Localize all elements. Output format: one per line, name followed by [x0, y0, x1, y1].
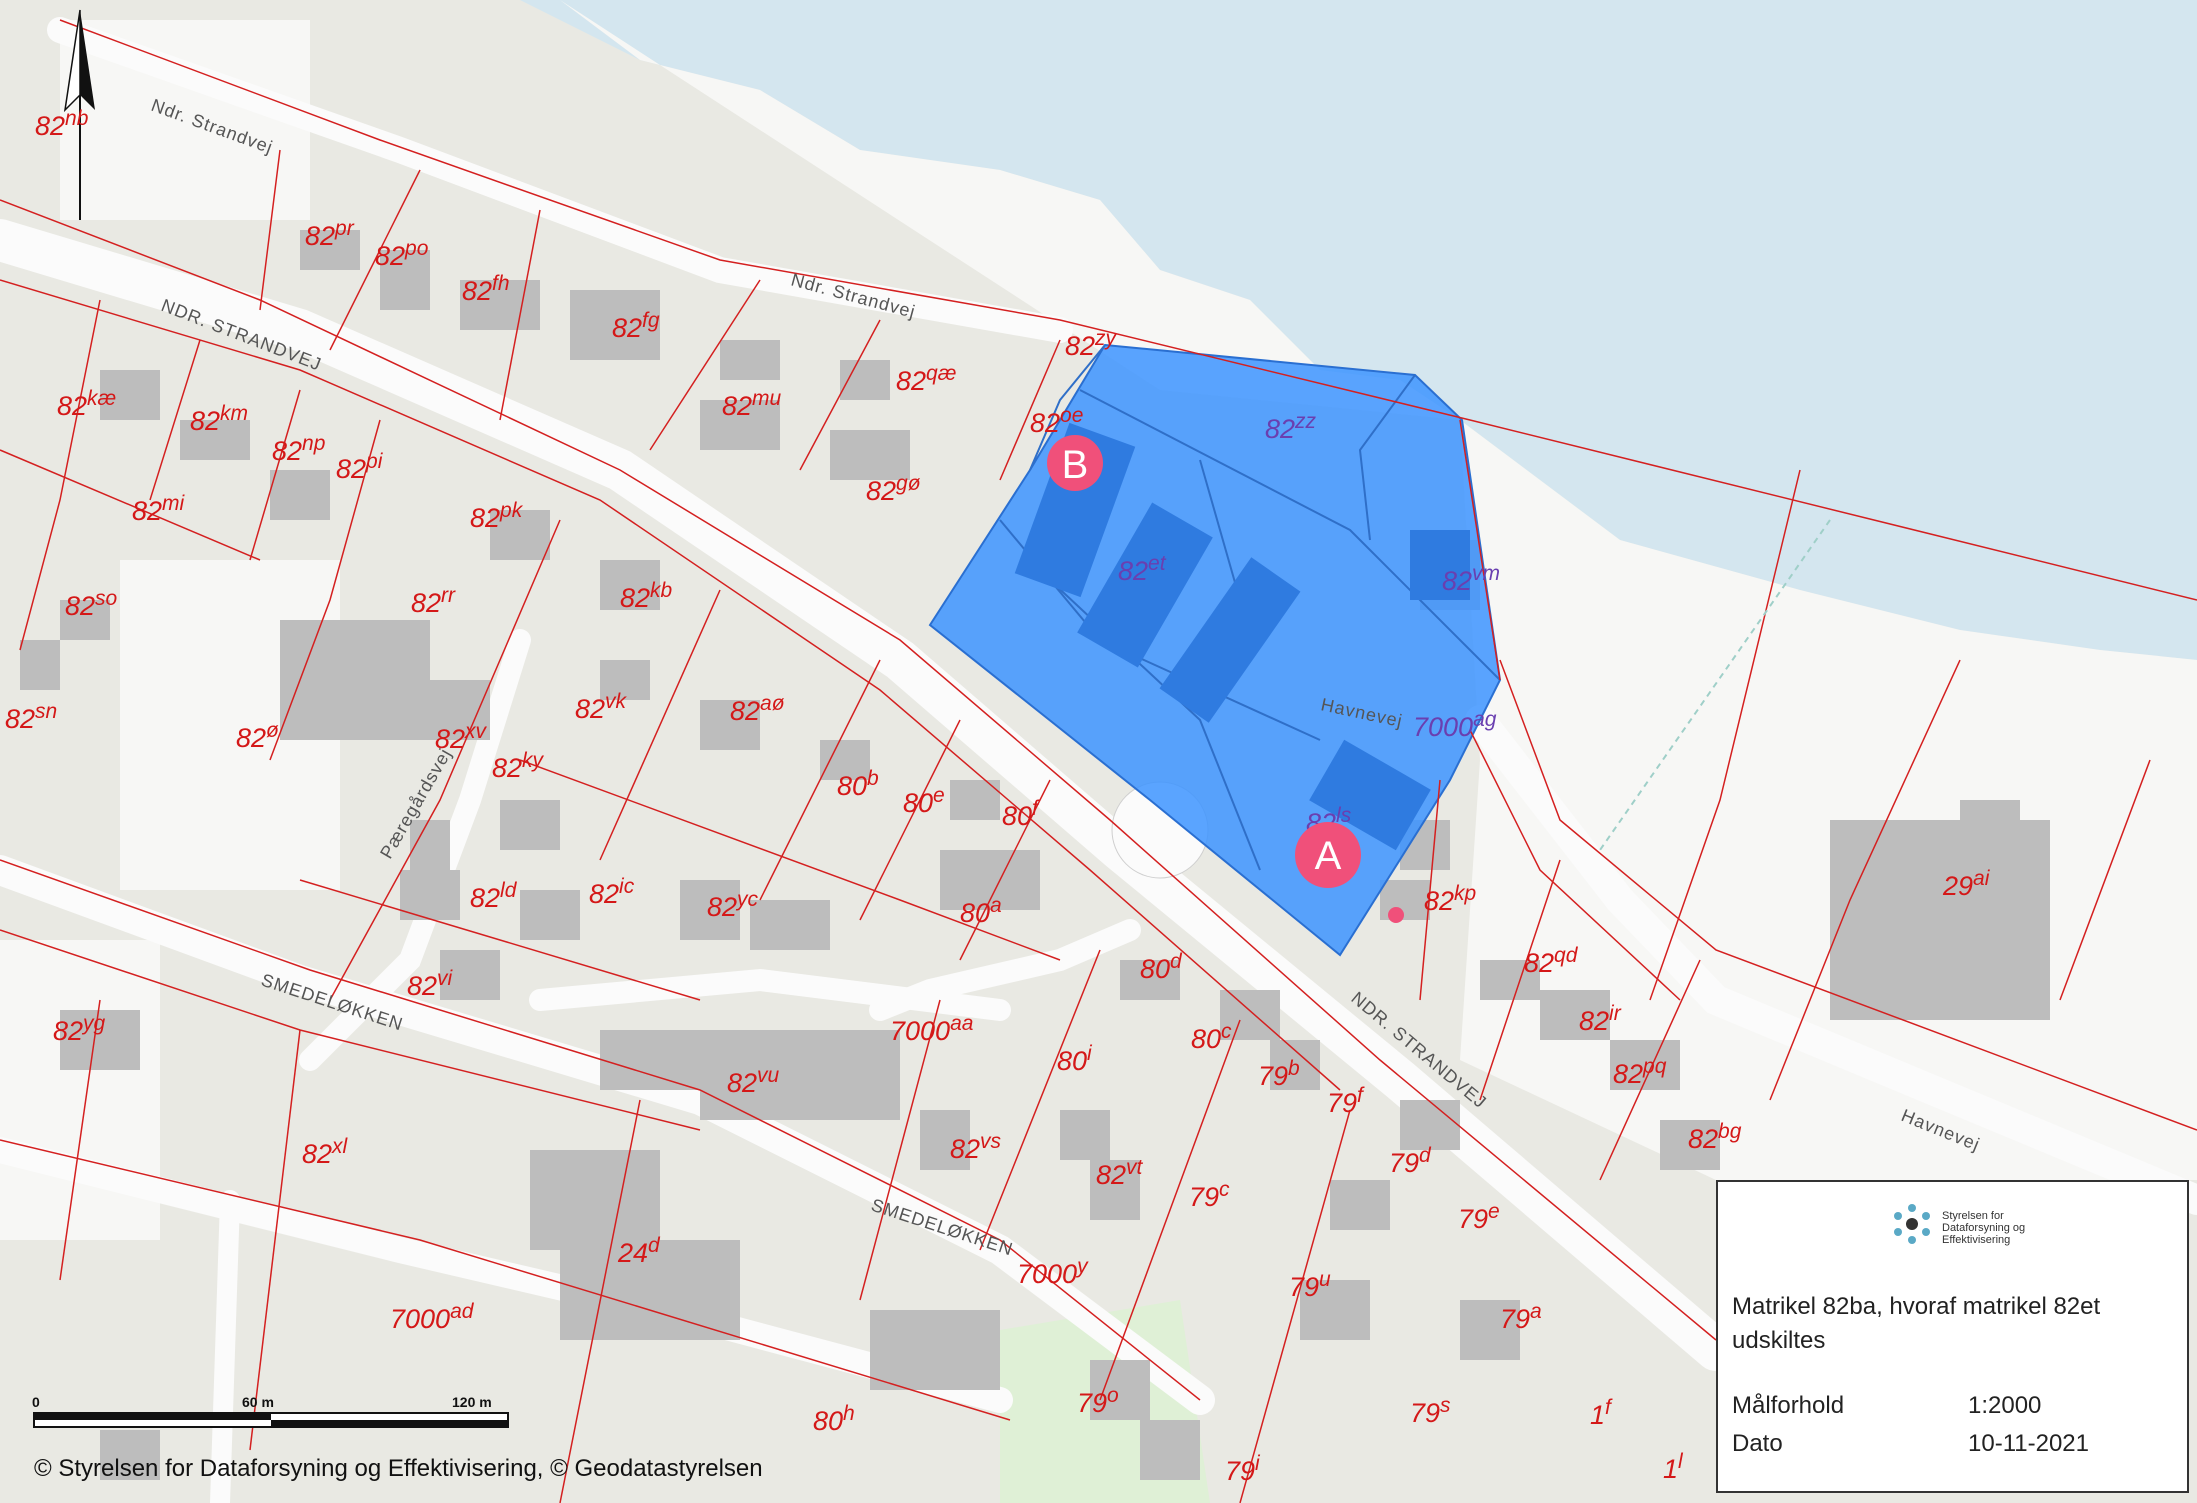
marker-b-label: B — [1062, 443, 1089, 487]
logo-text: Styrelsen for Dataforsyning og Effektivi… — [1942, 1210, 2026, 1246]
info-box: Styrelsen for Dataforsyning og Effektivi… — [1716, 1180, 2189, 1493]
map-title: Matrikel 82ba, hvoraf matrikel 82et udsk… — [1732, 1293, 2101, 1354]
scale-bar: 0 60 m 120 m — [32, 1394, 512, 1435]
scale-tick-label: 120 m — [452, 1395, 492, 1410]
scale-value: 1:2000 — [1968, 1392, 2042, 1419]
date-label: Dato — [1732, 1430, 1783, 1457]
date-value: 10-11-2021 — [1968, 1430, 2089, 1457]
agency-logo: Styrelsen for Dataforsyning og Effektivi… — [1886, 1198, 2046, 1260]
marker-a-label: A — [1315, 834, 1342, 878]
scale-tick-label: 0 — [32, 1395, 40, 1410]
scale-label: Målforhold — [1732, 1392, 1845, 1419]
logo-dots-icon — [1894, 1204, 1930, 1244]
point-marker[interactable] — [1388, 907, 1404, 923]
marker-a[interactable]: A — [1295, 822, 1361, 888]
copyright-text: © Styrelsen for Dataforsyning og Effekti… — [34, 1455, 763, 1482]
marker-b[interactable]: B — [1047, 435, 1103, 491]
scale-tick-label: 60 m — [242, 1395, 274, 1410]
